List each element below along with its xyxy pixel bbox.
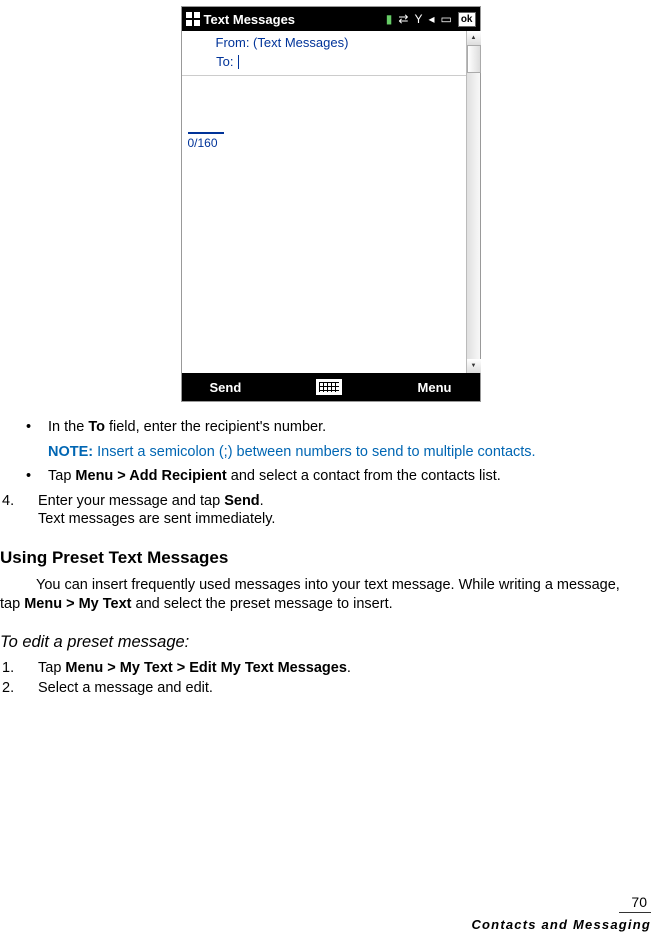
message-compose-area: From: (Text Messages) To: 0/160 ▲ ▼ <box>182 31 480 373</box>
note-label: NOTE: <box>48 444 93 460</box>
antenna-icon: Y <box>414 12 422 26</box>
signal-icon: ▮ <box>386 12 393 26</box>
divider <box>182 75 480 76</box>
from-field[interactable]: From: (Text Messages) <box>182 31 480 52</box>
scroll-thumb[interactable] <box>467 45 481 73</box>
bullet-text: Tap Menu > Add Recipient and select a co… <box>48 467 639 486</box>
list-number: 2. <box>0 679 38 698</box>
battery-icon: ▭ <box>440 12 451 26</box>
bullet-icon: • <box>26 418 48 437</box>
status-bar: Text Messages ▮ ⇄ Y ◂ ▭ ok <box>182 7 480 31</box>
keyboard-icon[interactable] <box>316 379 342 395</box>
text-cursor-icon <box>238 55 239 69</box>
menu-button[interactable]: Menu <box>418 380 452 395</box>
footer-divider <box>619 912 651 913</box>
note-block: NOTE: Insert a semicolon (;) between num… <box>48 443 639 462</box>
status-title: Text Messages <box>204 12 296 27</box>
scroll-down-icon[interactable]: ▼ <box>467 359 481 373</box>
page-footer: 70 Contacts and Messaging <box>471 894 651 932</box>
list-item: 1. Tap Menu > My Text > Edit My Text Mes… <box>0 659 639 678</box>
document-content: • In the To field, enter the recipient's… <box>0 402 661 698</box>
send-button[interactable]: Send <box>210 380 242 395</box>
bullet-icon: • <box>26 467 48 486</box>
list-text: Enter your message and tap Send.Text mes… <box>38 492 639 529</box>
windows-logo-icon <box>186 12 200 26</box>
scrollbar[interactable]: ▲ ▼ <box>466 31 480 373</box>
bullet-text: In the To field, enter the recipient's n… <box>48 418 639 437</box>
speaker-icon: ◂ <box>428 12 434 26</box>
char-counter: 0/160 <box>182 134 480 152</box>
list-item: 4. Enter your message and tap Send.Text … <box>0 492 639 529</box>
ok-button[interactable]: ok <box>458 12 476 27</box>
phone-screenshot: Text Messages ▮ ⇄ Y ◂ ▭ ok From: (Text M… <box>181 6 481 402</box>
to-field[interactable]: To: <box>182 52 480 75</box>
heading-preset: Using Preset Text Messages <box>0 547 639 569</box>
bottom-bar: Send Menu <box>182 373 480 401</box>
list-text: Select a message and edit. <box>38 679 639 698</box>
list-item: • Tap Menu > Add Recipient and select a … <box>26 467 639 486</box>
heading-edit-preset: To edit a preset message: <box>0 632 639 653</box>
page-number: 70 <box>471 894 651 910</box>
footer-title: Contacts and Messaging <box>471 917 651 932</box>
list-number: 4. <box>0 492 38 529</box>
to-label: To: <box>190 54 238 69</box>
list-number: 1. <box>0 659 38 678</box>
list-text: Tap Menu > My Text > Edit My Text Messag… <box>38 659 639 678</box>
scroll-up-icon[interactable]: ▲ <box>467 31 481 45</box>
paragraph: You can insert frequently used messages … <box>0 576 639 613</box>
note-text: Insert a semicolon (;) between numbers t… <box>93 444 535 460</box>
list-item: 2. Select a message and edit. <box>0 679 639 698</box>
sync-icon: ⇄ <box>398 12 408 26</box>
list-item: • In the To field, enter the recipient's… <box>26 418 639 437</box>
